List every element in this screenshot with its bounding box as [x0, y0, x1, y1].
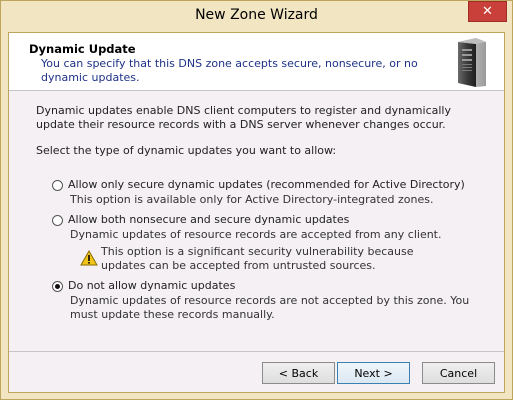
- radio-secure-only[interactable]: [52, 180, 63, 191]
- option-nonsecure-and-secure-label[interactable]: Allow both nonsecure and secure dynamic …: [68, 213, 349, 226]
- next-button[interactable]: Next >: [337, 362, 410, 384]
- security-warning-text: This option is a significant security vu…: [101, 245, 414, 272]
- cancel-button[interactable]: Cancel: [422, 362, 495, 384]
- wizard-window: New Zone Wizard ✕ Dynamic Update You can…: [0, 0, 513, 400]
- back-button[interactable]: < Back: [262, 362, 335, 384]
- title-bar[interactable]: New Zone Wizard ✕: [1, 1, 512, 32]
- intro-text: Dynamic updates enable DNS client comput…: [36, 104, 451, 131]
- warning-icon: [80, 250, 98, 266]
- wizard-header: Dynamic Update You can specify that this…: [9, 33, 504, 91]
- option-secure-only-label[interactable]: Allow only secure dynamic updates (recom…: [68, 178, 465, 191]
- page-title: Dynamic Update: [29, 42, 136, 56]
- select-prompt: Select the type of dynamic updates you w…: [36, 144, 337, 157]
- option-no-dynamic-updates-label[interactable]: Do not allow dynamic updates: [68, 279, 235, 292]
- close-button[interactable]: ✕: [468, 1, 507, 22]
- window-title: New Zone Wizard: [195, 7, 318, 23]
- footer-divider: [9, 351, 504, 352]
- option-nonsecure-and-secure-description: Dynamic updates of resource records are …: [70, 228, 442, 241]
- page-subtitle: You can specify that this DNS zone accep…: [41, 57, 418, 84]
- radio-no-dynamic-updates[interactable]: [52, 281, 63, 292]
- wizard-client-area: Dynamic Update You can specify that this…: [8, 32, 505, 393]
- server-icon: [458, 38, 486, 87]
- option-no-dynamic-updates-description: Dynamic updates of resource records are …: [70, 294, 470, 321]
- radio-nonsecure-and-secure[interactable]: [52, 215, 63, 226]
- close-icon: ✕: [482, 4, 493, 19]
- option-secure-only-description: This option is available only for Active…: [70, 193, 434, 206]
